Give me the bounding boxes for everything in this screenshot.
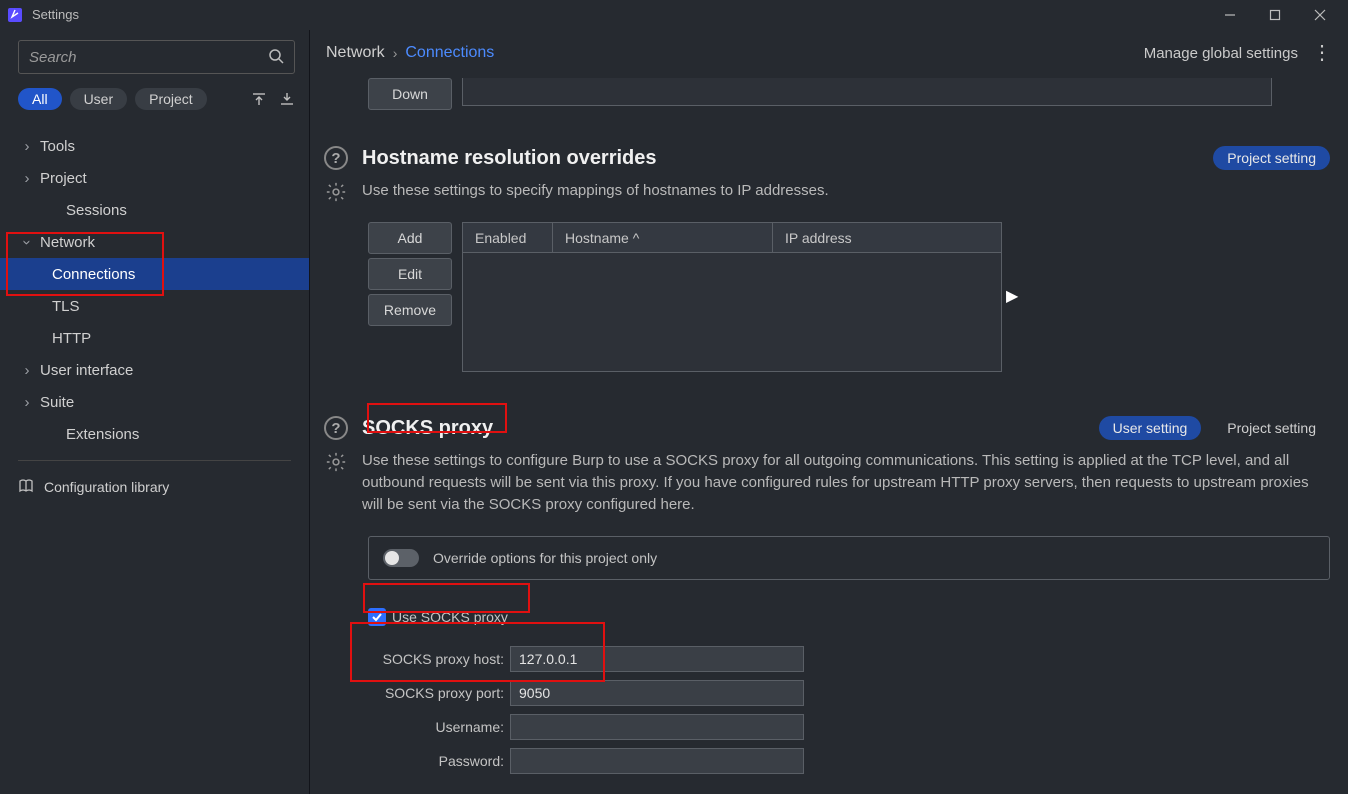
tree-label: HTTP [52,330,91,347]
remove-button[interactable]: Remove [368,294,452,326]
pass-label: Password: [368,753,510,769]
breadcrumb-root[interactable]: Network [326,44,385,62]
tree-label: Project [40,170,87,187]
title-bar: Settings [0,0,1348,30]
kebab-menu-icon[interactable]: ⋮ [1312,48,1332,58]
cursor-icon: ▶ [1006,286,1018,306]
socks-port-input[interactable] [510,680,804,706]
chevron-right-icon: › [20,362,34,379]
override-bar: Override options for this project only [368,536,1330,580]
collapse-all-icon[interactable] [251,91,267,107]
tree-item-suite[interactable]: › Suite [0,386,309,418]
config-library-link[interactable]: Configuration library [0,467,309,507]
tree-label: Suite [40,394,74,411]
chevron-right-icon: › [20,138,34,155]
host-label: SOCKS proxy host: [368,651,510,667]
down-button[interactable]: Down [368,78,452,110]
tree-item-tls[interactable]: TLS [0,290,309,322]
maximize-button[interactable] [1252,0,1297,30]
search-input[interactable] [29,49,268,66]
use-socks-checkbox[interactable] [368,608,386,626]
close-button[interactable] [1297,0,1342,30]
tree-item-http[interactable]: HTTP [0,322,309,354]
breadcrumb-leaf[interactable]: Connections [405,44,494,62]
window-title: Settings [32,7,79,22]
gear-icon[interactable] [324,180,348,204]
breadcrumb-bar: Network › Connections Manage global sett… [310,30,1348,70]
manage-global-link[interactable]: Manage global settings [1144,45,1298,62]
divider [18,460,291,461]
book-icon [18,478,34,497]
help-icon[interactable]: ? [324,146,348,170]
section-title: Hostname resolution overrides [362,147,657,170]
tree-item-tools[interactable]: › Tools [0,130,309,162]
col-hostname[interactable]: Hostname ^ [553,223,773,252]
port-label: SOCKS proxy port: [368,685,510,701]
expand-all-icon[interactable] [279,91,295,107]
sort-asc-icon: ^ [633,230,640,246]
chevron-down-icon: › [19,235,36,249]
settings-tree: › Tools › Project . Sessions › Network C… [0,120,309,450]
section-desc: Use these settings to specify mappings o… [362,180,829,202]
section-desc: Use these settings to configure Burp to … [362,450,1312,516]
socks-pass-input[interactable] [510,748,804,774]
filter-all[interactable]: All [18,88,62,110]
scope-project-badge[interactable]: Project setting [1213,146,1330,170]
tree-item-extensions[interactable]: . Extensions [0,418,309,450]
col-ip[interactable]: IP address [773,223,1001,252]
filter-project[interactable]: Project [135,88,207,110]
socks-user-input[interactable] [510,714,804,740]
tree-item-project[interactable]: › Project [0,162,309,194]
add-button[interactable]: Add [368,222,452,254]
socks-form: SOCKS proxy host: SOCKS proxy port: User… [368,642,1330,778]
filter-user[interactable]: User [70,88,128,110]
tree-label: User interface [40,362,133,379]
hostname-table[interactable]: Enabled Hostname ^ IP address [462,222,1002,372]
use-socks-label: Use SOCKS proxy [392,609,508,625]
minimize-button[interactable] [1207,0,1252,30]
sidebar: All User Project › Tools › Project . Ses… [0,30,310,794]
search-icon [268,48,284,67]
col-enabled[interactable]: Enabled [463,223,553,252]
tree-label: Network [40,234,95,251]
use-socks-row: Use SOCKS proxy [368,608,1330,626]
tree-item-connections[interactable]: Connections [0,258,309,290]
tree-item-ui[interactable]: › User interface [0,354,309,386]
help-icon[interactable]: ? [324,416,348,440]
tree-label: TLS [52,298,80,315]
user-label: Username: [368,719,510,735]
override-toggle[interactable] [383,549,419,567]
scope-user-badge[interactable]: User setting [1099,416,1202,440]
chevron-right-icon: › [393,45,398,61]
section-socks-proxy: ? SOCKS proxy User setting Project setti… [324,416,1330,794]
chevron-right-icon: › [20,170,34,187]
config-library-label: Configuration library [44,479,169,495]
section-hostname-resolution: ? Hostname resolution overrides Project … [324,146,1330,372]
tree-label: Extensions [66,426,139,443]
section-title: SOCKS proxy [362,417,493,440]
tree-item-network[interactable]: › Network [0,226,309,258]
socks-host-input[interactable] [510,646,804,672]
tree-label: Tools [40,138,75,155]
tree-label: Connections [52,266,135,283]
app-icon [6,6,24,24]
override-label: Override options for this project only [433,550,657,566]
chevron-right-icon: › [20,394,34,411]
search-input-wrapper[interactable] [18,40,295,74]
main-panel: Network › Connections Manage global sett… [310,30,1348,794]
previous-table-tail [462,78,1272,106]
scope-project-badge[interactable]: Project setting [1213,416,1330,440]
edit-button[interactable]: Edit [368,258,452,290]
tree-label: Sessions [66,202,127,219]
gear-icon[interactable] [324,450,348,474]
tree-item-sessions[interactable]: . Sessions [0,194,309,226]
